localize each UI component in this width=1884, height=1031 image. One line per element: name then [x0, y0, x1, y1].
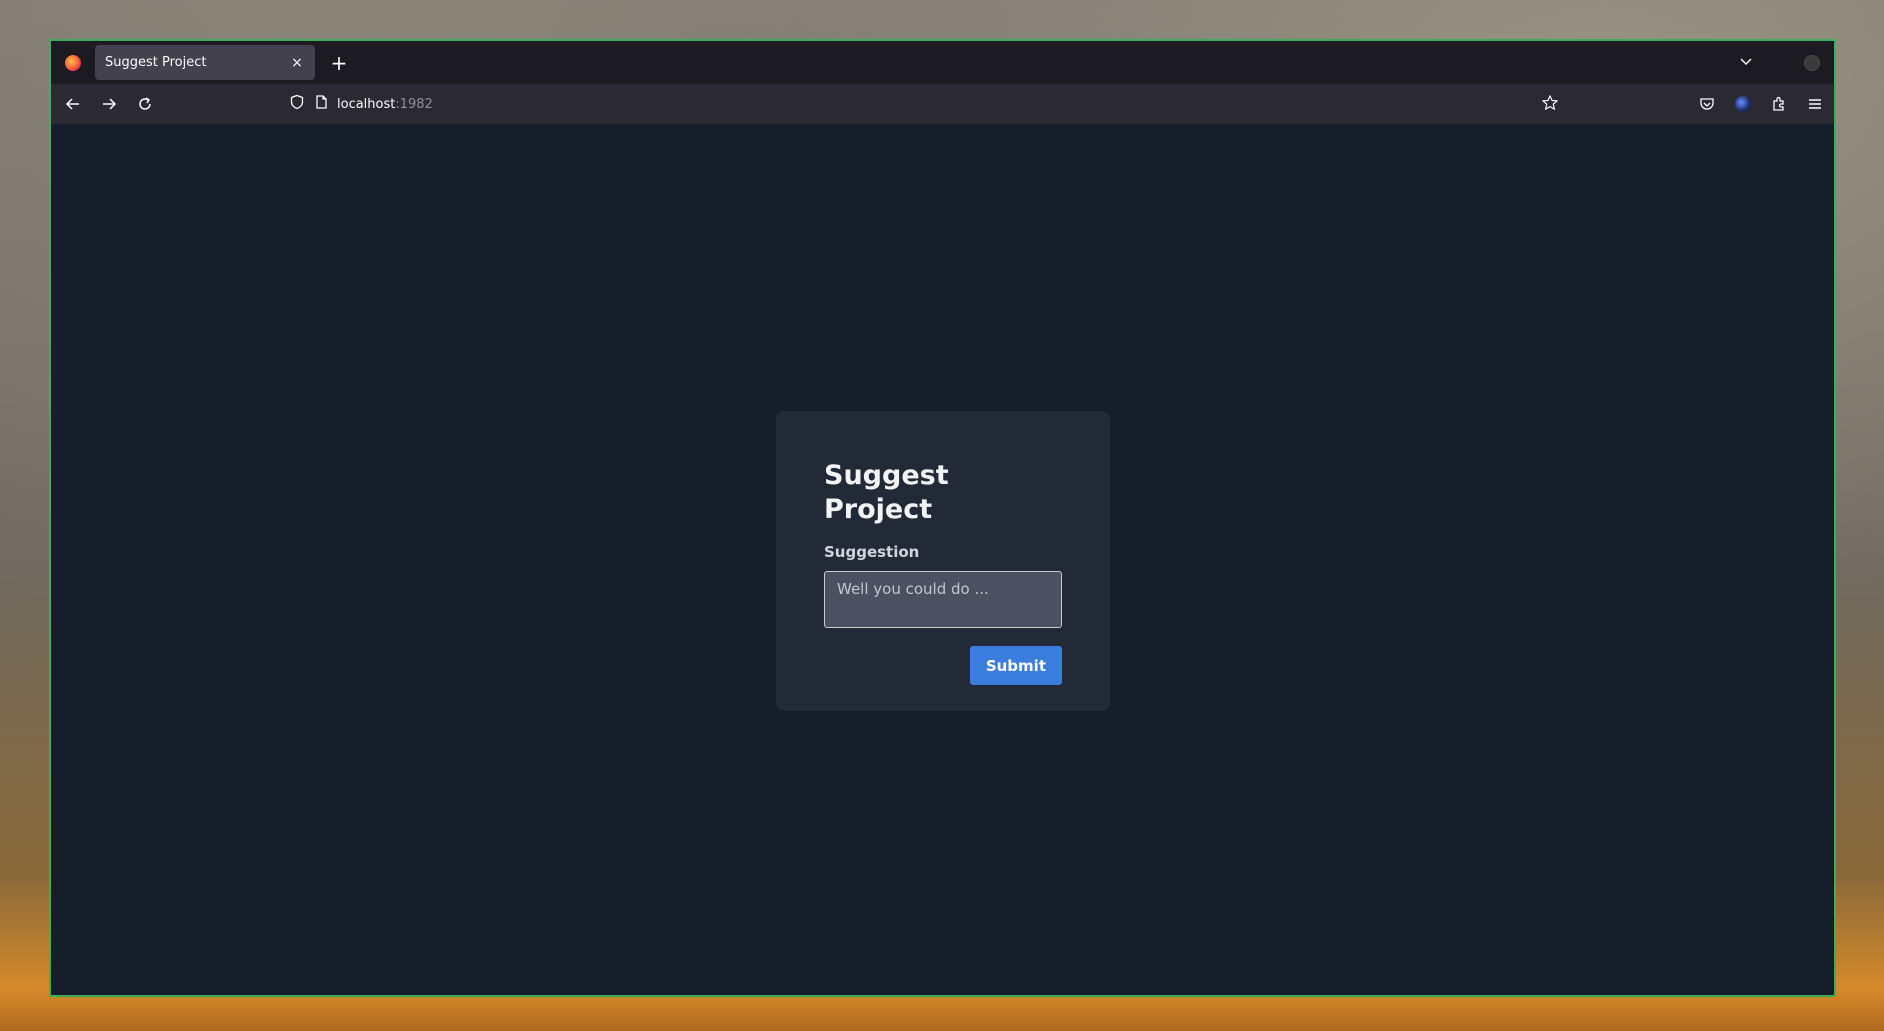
browser-window: Suggest Project × + localhost:1982 Sugge…	[49, 39, 1836, 997]
tab-bar: Suggest Project × +	[51, 41, 1834, 84]
submit-button[interactable]: Submit	[969, 646, 1062, 685]
toolbar-right-icons	[1698, 84, 1824, 124]
page-content: Suggest Project Suggestion Submit	[51, 124, 1834, 995]
shield-icon[interactable]	[289, 94, 305, 114]
chevron-down-icon[interactable]	[1738, 54, 1754, 72]
forward-arrow-icon[interactable]	[95, 90, 123, 118]
firefox-logo-icon	[65, 54, 81, 71]
plus-icon[interactable]: +	[329, 51, 349, 75]
page-icon	[313, 94, 329, 114]
back-arrow-icon[interactable]	[59, 90, 87, 118]
desktop-background: Suggest Project × + localhost:1982 Sugge…	[0, 0, 1884, 1031]
extensions-icon[interactable]	[1770, 95, 1788, 113]
reload-icon[interactable]	[131, 90, 159, 118]
suggest-project-card: Suggest Project Suggestion Submit	[776, 411, 1110, 711]
suggestion-input[interactable]	[824, 571, 1062, 628]
tab-title: Suggest Project	[105, 55, 207, 70]
url-host: localhost	[337, 96, 396, 112]
pocket-icon[interactable]	[1698, 95, 1716, 113]
url-text: localhost:1982	[337, 97, 433, 112]
profile-icon[interactable]	[1734, 95, 1752, 113]
tab-bar-controls	[1738, 41, 1820, 84]
tab-suggest-project[interactable]: Suggest Project ×	[95, 45, 315, 80]
window-control-button[interactable]	[1804, 54, 1820, 71]
url-port: :1982	[395, 96, 433, 112]
button-row: Submit	[824, 646, 1062, 685]
menu-icon[interactable]	[1806, 95, 1824, 113]
page-title: Suggest Project	[824, 460, 949, 525]
navigation-toolbar: localhost:1982	[51, 84, 1834, 124]
star-icon[interactable]	[1541, 94, 1561, 114]
close-icon[interactable]: ×	[289, 55, 305, 71]
url-bar[interactable]: localhost:1982	[289, 90, 433, 118]
suggestion-label: Suggestion	[824, 543, 920, 561]
